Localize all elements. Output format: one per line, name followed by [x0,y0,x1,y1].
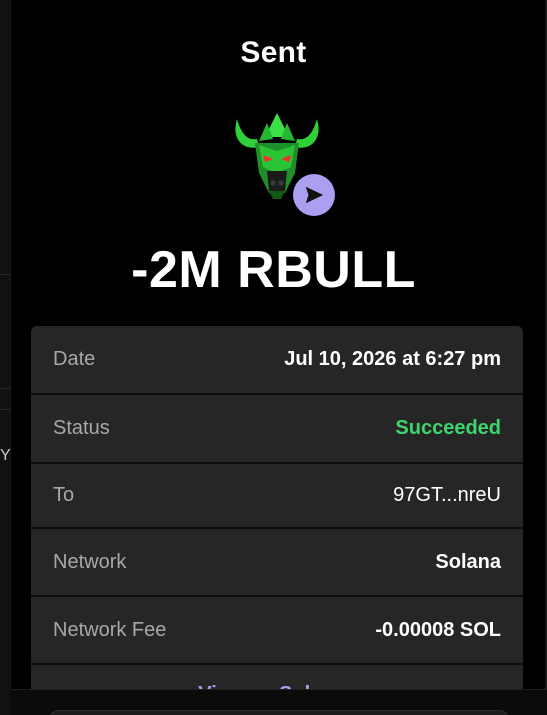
transaction-details-card: Date Jul 10, 2026 at 6:27 pm Status Succ… [31,326,523,715]
background-divider [0,409,10,410]
detail-row-date: Date Jul 10, 2026 at 6:27 pm [31,326,523,393]
detail-label: To [53,484,75,506]
detail-label: Date [53,348,96,370]
page-title: Sent [240,36,307,69]
detail-label: Status [53,417,110,439]
detail-label: Network Fee [53,618,167,641]
token-icon-group [229,107,337,217]
detail-value: Jul 10, 2026 at 6:27 pm [284,348,501,370]
detail-row-to[interactable]: To 97GT...nreU [31,464,523,527]
detail-value: -0.00008 SOL [375,618,501,641]
send-arrow-icon [305,186,324,204]
detail-row-network: Network Solana [31,529,523,595]
row-divider [31,663,523,665]
background-divider [0,388,10,389]
detail-value: Solana [435,550,501,573]
send-badge [293,174,335,216]
detail-label: Network [53,550,127,573]
status-badge: Succeeded [395,417,501,439]
recipient-address[interactable]: 97GT...nreU [393,484,501,507]
detail-row-status: Status Succeeded [31,395,523,462]
transaction-detail-screen: Y Sent -2M RBULL Date Jul 10, 2026 at 6:… [0,0,547,715]
transaction-amount: -2M RBULL [131,241,416,299]
background-window-strip [0,0,11,715]
detail-row-network-fee: Network Fee -0.00008 SOL [31,597,523,663]
bottom-action-pill[interactable] [48,710,510,715]
background-text-fragment: Y [0,447,11,464]
